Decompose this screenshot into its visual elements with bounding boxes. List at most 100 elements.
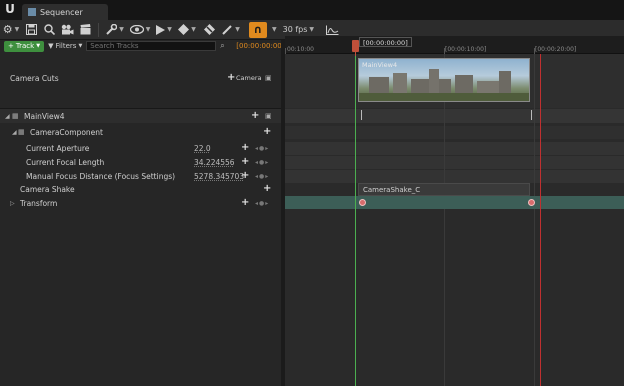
property-row-focus-distance[interactable]: Manual Focus Distance (Focus Settings) 5… xyxy=(0,170,281,183)
search-icon[interactable]: ⌕ xyxy=(220,42,228,50)
tools-icon[interactable]: ▼ xyxy=(103,21,127,39)
camera-lock-icon[interactable]: ▣ xyxy=(265,74,272,82)
chevron-down-icon: ▼ xyxy=(36,43,41,49)
add-property-icon[interactable]: + xyxy=(263,126,271,137)
clapper-icon[interactable] xyxy=(76,21,94,39)
collapse-arrow-icon[interactable]: ▷ xyxy=(10,200,15,207)
component-lane xyxy=(285,126,624,139)
add-track-icon[interactable]: + xyxy=(251,110,259,121)
camera-button-label[interactable]: Camera xyxy=(236,74,262,82)
property-row-focal-length[interactable]: Current Focal Length 34.224556 + ◂●▸ xyxy=(0,156,281,169)
snap-icon[interactable]: ∩ xyxy=(249,21,267,38)
filters-button-label: Filters xyxy=(55,42,77,50)
ruler-label: [00:00:10:00] xyxy=(445,46,487,53)
tab-sequencer[interactable]: Sequencer xyxy=(22,4,108,20)
tab-label: Sequencer xyxy=(40,7,83,17)
add-track-button[interactable]: + Track ▼ xyxy=(4,40,45,52)
castle-ground xyxy=(359,93,529,101)
castle-tower xyxy=(455,75,473,95)
play-icon[interactable]: ▼ xyxy=(153,21,175,39)
property-value[interactable]: 5278.345703 xyxy=(194,172,244,181)
property-value[interactable]: 22.0 xyxy=(194,144,211,153)
track-button-label: Track xyxy=(15,42,35,50)
visibility-icon[interactable]: ▼ xyxy=(127,21,153,39)
filter-icon[interactable] xyxy=(199,21,219,39)
expand-arrow-icon[interactable]: ◢ xyxy=(12,129,17,136)
fps-selector[interactable]: 30 fps xyxy=(283,25,308,34)
focal-lane xyxy=(285,156,624,169)
playhead-timecode: [00:00:00:00] xyxy=(359,37,412,47)
camera-cut-label: MainView4 xyxy=(362,61,398,69)
search-tracks-input[interactable] xyxy=(86,41,217,51)
key-navigation-icon[interactable]: ◂●▸ xyxy=(255,173,269,180)
playhead-line[interactable] xyxy=(355,52,356,56)
plus-icon: + xyxy=(8,42,14,50)
section-marker xyxy=(361,110,362,120)
keyframe[interactable] xyxy=(359,199,366,206)
castle-tower xyxy=(393,73,407,95)
castle-tower xyxy=(429,69,439,95)
current-timecode[interactable]: [00:00:00:00] xyxy=(236,42,284,50)
mainview-label: MainView4 xyxy=(24,112,65,121)
transform-lane[interactable] xyxy=(285,196,624,209)
camera-shake-label: Camera Shake xyxy=(20,185,75,194)
add-key-icon[interactable]: + xyxy=(241,156,249,167)
unreal-logo-icon: U xyxy=(5,2,15,16)
snap-caret-icon[interactable]: ▼ xyxy=(272,26,277,33)
camera-cuts-track[interactable]: Camera Cuts + Camera ▣ xyxy=(0,52,281,108)
key-navigation-icon[interactable]: ◂●▸ xyxy=(255,159,269,166)
playhead-handle[interactable] xyxy=(352,40,359,52)
camera-component-label: CameraComponent xyxy=(30,128,103,137)
camera-cut-section[interactable]: MainView4 xyxy=(358,58,530,102)
filters-button[interactable]: ▼ Filters ▼ xyxy=(48,42,82,50)
section-marker xyxy=(531,110,532,120)
camera-actor-icon: ▦ xyxy=(12,112,19,120)
add-key-icon[interactable]: + xyxy=(241,197,249,208)
title-bar: U Sequencer xyxy=(0,0,624,20)
sequencer-window: U Sequencer ⚙ ▼ ▼ ▼ ▼ ▼ ▼ ∩ ▼ 30 fps ▼ +… xyxy=(0,0,624,386)
focus-lane xyxy=(285,170,624,183)
key-icon[interactable]: ▼ xyxy=(175,21,199,39)
track-outliner: Camera Cuts + Camera ▣ ◢ ▦ MainView4 + ▣… xyxy=(0,52,281,386)
toolbar-divider xyxy=(98,22,99,37)
camera-icon[interactable] xyxy=(58,21,76,39)
keyframe[interactable] xyxy=(528,199,535,206)
ruler-label: [00:00:20:00] xyxy=(535,46,577,53)
timeline-area[interactable]: 00:10:00 [00:00:10:00] [00:00:20:00] [00… xyxy=(285,36,624,386)
add-shake-icon[interactable]: + xyxy=(263,183,271,194)
camera-shake-clip-label: CameraShake_C xyxy=(363,186,421,194)
key-navigation-icon[interactable]: ◂●▸ xyxy=(255,145,269,152)
grid-line xyxy=(444,54,445,386)
time-ruler[interactable]: 00:10:00 [00:00:10:00] [00:00:20:00] [00… xyxy=(285,36,624,54)
chevron-down-icon: ▼ xyxy=(78,43,83,49)
playback-end-line[interactable] xyxy=(540,54,541,386)
sequencer-icon xyxy=(28,8,36,16)
camera-cuts-label: Camera Cuts xyxy=(10,74,59,83)
property-label: Current Aperture xyxy=(26,144,90,153)
add-key-icon[interactable]: + xyxy=(241,170,249,181)
transform-label: Transform xyxy=(20,199,58,208)
fps-caret-icon[interactable]: ▼ xyxy=(309,26,314,33)
transform-track[interactable]: ▷ Transform + ◂●▸ xyxy=(0,197,281,210)
funnel-icon: ▼ xyxy=(48,42,54,50)
mainview-lane xyxy=(285,109,624,123)
key-navigation-icon[interactable]: ◂●▸ xyxy=(255,200,269,207)
camera-shake-track[interactable]: Camera Shake + xyxy=(0,183,281,196)
camera-lock-icon[interactable]: ▣ xyxy=(265,112,272,120)
property-value[interactable]: 34.224556 xyxy=(194,158,235,167)
camera-component-track[interactable]: ◢ ▦ CameraComponent + xyxy=(0,126,281,139)
ruler-label: 00:10:00 xyxy=(287,46,314,53)
mainview-track[interactable]: ◢ ▦ MainView4 + ▣ xyxy=(0,109,281,123)
settings-icon[interactable]: ⚙ ▼ xyxy=(0,21,22,39)
property-row-aperture[interactable]: Current Aperture 22.0 + ◂●▸ xyxy=(0,142,281,155)
add-camera-icon[interactable]: + xyxy=(227,72,235,83)
property-label: Manual Focus Distance (Focus Settings) xyxy=(26,172,176,181)
castle-tower xyxy=(499,71,511,95)
component-icon: ▦ xyxy=(18,128,25,136)
expand-arrow-icon[interactable]: ◢ xyxy=(5,113,10,120)
search-icon[interactable] xyxy=(40,21,58,39)
brush-icon[interactable]: ▼ xyxy=(219,21,243,39)
playback-start-line[interactable] xyxy=(355,54,356,386)
add-key-icon[interactable]: + xyxy=(241,142,249,153)
save-icon[interactable] xyxy=(22,21,40,39)
